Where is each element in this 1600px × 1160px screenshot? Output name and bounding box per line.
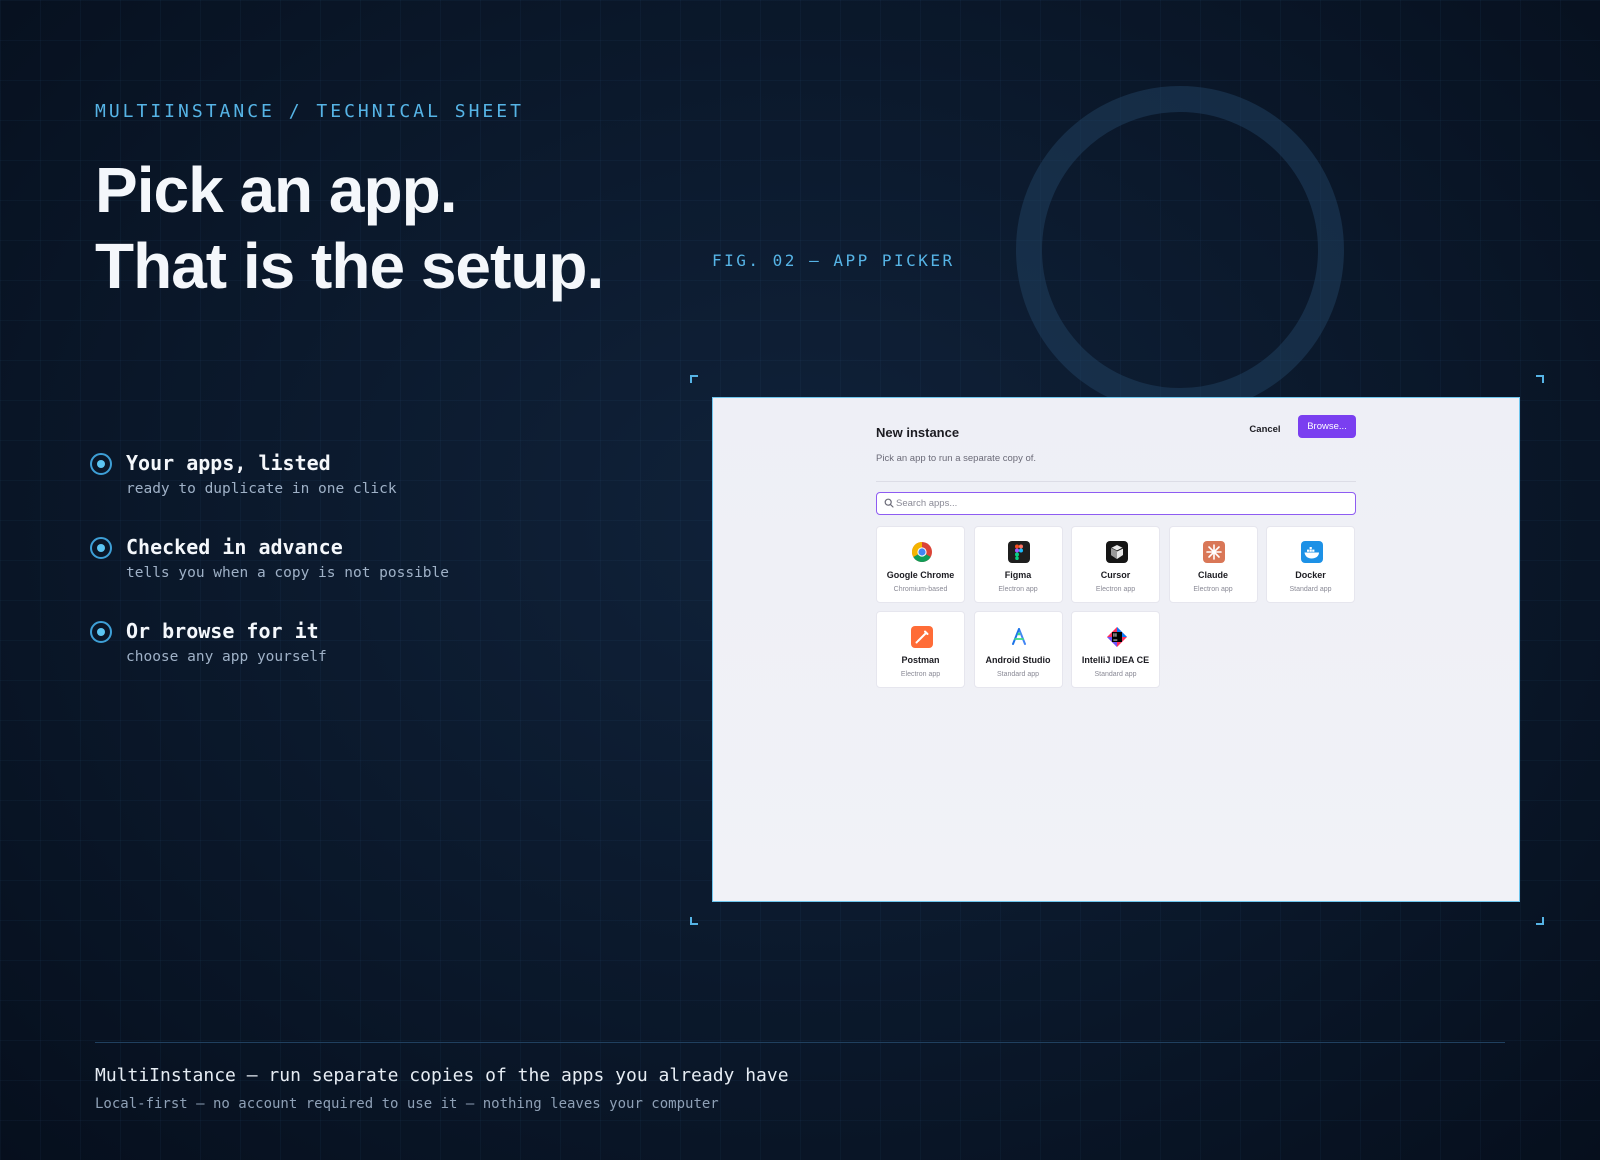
app-card-intellij-idea-ce[interactable]: IntelliJ IDEA CE Standard app [1071, 611, 1160, 688]
page-headline: Pick an app. That is the setup. [95, 152, 604, 304]
bullet-icon [90, 453, 112, 475]
cursor-icon [1105, 541, 1128, 563]
android-studio-icon [1012, 628, 1026, 645]
app-kind: Standard app [1094, 671, 1137, 678]
app-name: IntelliJ IDEA CE [1081, 655, 1150, 665]
frame-corner-top-left [690, 375, 698, 383]
figma-icon [1008, 541, 1030, 563]
headline-line-1: Pick an app. [95, 154, 457, 226]
feature-title: Checked in advance [126, 535, 343, 559]
bullet-icon [90, 621, 112, 643]
figure-label: FIG. 02 — APP PICKER [712, 251, 955, 270]
frame-corner-bottom-left [690, 917, 698, 925]
search-input[interactable] [896, 493, 1336, 513]
app-grid: Google Chrome Chromium-based Figma Elect… [876, 526, 1356, 688]
app-name: Postman [901, 655, 940, 665]
dialog-subtitle: Pick an app to run a separate copy of. [876, 453, 1037, 464]
app-kind: Electron app [900, 671, 941, 678]
app-card-google-chrome[interactable]: Google Chrome Chromium-based [876, 526, 965, 603]
feature-item: Checked in advance tells you when a copy… [88, 534, 449, 618]
eyebrow-label: MULTIINSTANCE / TECHNICAL SHEET [95, 101, 524, 122]
app-kind: Electron app [998, 586, 1038, 593]
app-name: Figma [1004, 570, 1032, 580]
dialog-title: New instance [876, 425, 960, 440]
feature-subtitle: tells you when a copy is not possible [126, 565, 450, 581]
app-name: Cursor [1100, 570, 1131, 580]
footer-subtitle: Local-first — no account required to use… [95, 1096, 719, 1112]
app-name: Android Studio [985, 655, 1051, 665]
postman-icon [910, 626, 933, 648]
app-card-figma[interactable]: Figma Electron app [973, 526, 1063, 603]
app-picker-window: New instance Pick an app to run a separa… [712, 397, 1520, 902]
feature-title: Or browse for it [126, 619, 319, 643]
search-field[interactable] [876, 492, 1356, 515]
app-card-claude[interactable]: Claude Electron app [1168, 526, 1258, 603]
footer-title: MultiInstance — run separate copies of t… [95, 1065, 789, 1086]
app-card-android-studio[interactable]: Android Studio Standard app [973, 611, 1063, 688]
frame-corner-bottom-right [1536, 917, 1544, 925]
claude-icon [1203, 541, 1225, 563]
docker-icon [1300, 541, 1323, 563]
feature-item: Your apps, listed ready to duplicate in … [88, 450, 449, 534]
app-kind: Standard app [1289, 586, 1332, 593]
dialog-divider [876, 481, 1356, 482]
app-card-cursor[interactable]: Cursor Electron app [1071, 526, 1160, 603]
app-name: Docker [1295, 570, 1326, 580]
cancel-button[interactable]: Cancel [1243, 418, 1287, 440]
decorative-ring [1016, 86, 1344, 414]
feature-list: Your apps, listed ready to duplicate in … [88, 450, 449, 702]
app-name: Google Chrome [886, 570, 955, 580]
headline-line-2: That is the setup. [95, 230, 604, 302]
app-name: Claude [1197, 570, 1228, 580]
feature-subtitle: ready to duplicate in one click [126, 481, 397, 497]
app-card-docker[interactable]: Docker Standard app [1266, 526, 1355, 603]
feature-item: Or browse for it choose any app yourself [88, 618, 449, 702]
bullet-icon [90, 537, 112, 559]
feature-subtitle: choose any app yourself [126, 649, 327, 665]
browse-button[interactable]: Browse... [1298, 415, 1356, 438]
app-kind: Chromium-based [893, 586, 948, 593]
chrome-icon [911, 542, 932, 562]
app-kind: Electron app [1193, 586, 1233, 593]
search-icon [884, 498, 894, 508]
frame-corner-top-right [1536, 375, 1544, 383]
app-kind: Standard app [996, 671, 1040, 678]
app-card-postman[interactable]: Postman Electron app [876, 611, 965, 688]
feature-title: Your apps, listed [126, 451, 331, 475]
app-kind: Electron app [1095, 586, 1136, 593]
footer-divider [95, 1042, 1505, 1043]
intellij-icon [1106, 627, 1127, 647]
